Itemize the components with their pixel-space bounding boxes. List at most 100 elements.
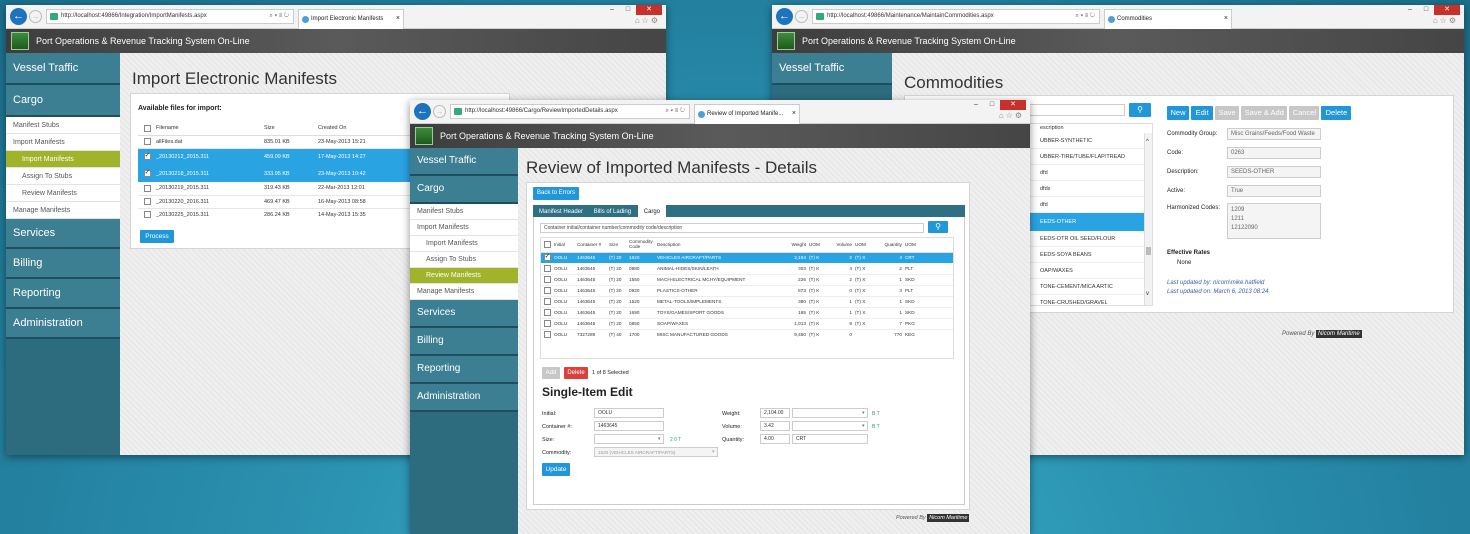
forward-icon[interactable]: →	[29, 10, 42, 23]
delete-button[interactable]: Delete	[1321, 106, 1352, 120]
maximize-icon[interactable]: □	[984, 100, 1000, 110]
size-dropdown-icon[interactable]: ▾	[658, 436, 661, 442]
weight-uom-dropdown-icon[interactable]: ▾	[862, 410, 865, 416]
close-tab-icon[interactable]: ×	[792, 105, 796, 123]
address-bar[interactable]: http://localhost:49866/Maintenance/Maint…	[812, 9, 1100, 24]
nav-cargo[interactable]: Cargo	[410, 176, 518, 204]
back-to-errors-button[interactable]: Back to Errors	[533, 187, 579, 200]
label-initial: Initial:	[542, 411, 557, 417]
list-scrollbar[interactable]: ^ v	[1144, 133, 1152, 305]
filter-input[interactable]: Container initial/container number/commo…	[540, 223, 924, 233]
quantity-uom-input[interactable]: CRT	[792, 434, 868, 444]
volume-input[interactable]: 3.42	[760, 421, 790, 431]
initial-input[interactable]: OOLU	[594, 408, 664, 418]
browser-tab[interactable]: Review of Imported Manife... ×	[694, 104, 800, 124]
home-star-gear-icons[interactable]: ⌂☆⚙	[635, 16, 660, 25]
volume-uom-dropdown-icon[interactable]: ▾	[862, 423, 865, 429]
update-button[interactable]: Update	[542, 463, 570, 476]
row-checkbox[interactable]	[143, 151, 151, 161]
search-refresh-icon[interactable]: ⌕ ▾ ≡ ↻	[666, 105, 685, 118]
process-button[interactable]: Process	[140, 230, 174, 243]
nav-manifest-stubs[interactable]: Manifest Stubs	[410, 204, 518, 220]
nav-vessel-traffic[interactable]: Vessel Traffic	[410, 148, 518, 176]
row-checkbox[interactable]	[143, 198, 151, 205]
weight-uom-select[interactable]	[792, 408, 868, 418]
close-window-icon[interactable]: ✕	[1000, 100, 1026, 110]
quantity-input[interactable]: 4.00	[760, 434, 790, 444]
nav-assign-to-stubs[interactable]: Assign To Stubs	[410, 252, 518, 268]
row-checkbox[interactable]	[143, 138, 151, 145]
nav-services[interactable]: Services	[410, 300, 518, 328]
nav-manage-manifests[interactable]: Manage Manifests	[410, 284, 518, 300]
column-header[interactable]: Size	[264, 122, 318, 135]
close-window-icon[interactable]: ✕	[636, 5, 662, 15]
nav-cargo[interactable]: Cargo	[6, 85, 120, 117]
maximize-icon[interactable]: □	[1418, 5, 1434, 15]
column-header[interactable]: Filename	[156, 122, 264, 135]
minimize-icon[interactable]: –	[604, 5, 620, 15]
delete-button[interactable]: Delete	[564, 367, 588, 379]
edit-button[interactable]: Edit	[1191, 106, 1214, 120]
nav-import-manifests[interactable]: Import Manifests	[410, 220, 518, 236]
address-bar[interactable]: http://localhost:49866/Integration/Impor…	[46, 9, 294, 24]
home-star-gear-icons[interactable]: ⌂☆⚙	[1433, 16, 1458, 25]
weight-input[interactable]: 2,104.00	[760, 408, 790, 418]
nav-billing[interactable]: Billing	[6, 249, 120, 279]
home-star-gear-icons[interactable]: ⌂☆⚙	[999, 111, 1024, 120]
forward-icon[interactable]: →	[433, 105, 446, 118]
browser-tab[interactable]: Import Electronic Manifests ×	[298, 9, 404, 29]
minimize-icon[interactable]: –	[968, 100, 984, 110]
search-refresh-icon[interactable]: ⌕ ▾ ≡ ↻	[1076, 10, 1095, 23]
scroll-thumb[interactable]	[1146, 247, 1151, 255]
tab-bills-of-lading[interactable]: Bills of Lading	[590, 205, 636, 217]
nav-reporting[interactable]: Reporting	[410, 356, 518, 384]
nav-manage-manifests[interactable]: Manage Manifests	[6, 202, 120, 219]
nav-vessel-traffic[interactable]: Vessel Traffic	[6, 53, 120, 85]
new-button[interactable]: New	[1167, 106, 1189, 120]
back-icon[interactable]: ←	[776, 8, 793, 25]
back-icon[interactable]: ←	[414, 103, 431, 120]
search-button[interactable]: ⚲	[1129, 103, 1151, 117]
browser-tab[interactable]: Commodities ×	[1104, 9, 1232, 29]
nav-vessel-traffic[interactable]: Vessel Traffic	[772, 53, 892, 85]
minimize-icon[interactable]: –	[1402, 5, 1418, 15]
forward-icon[interactable]: →	[795, 10, 808, 23]
commodity-select[interactable]: 1620 (VEHICLES AIRCRAFT/PARTS)	[594, 447, 718, 457]
nav-billing[interactable]: Billing	[410, 328, 518, 356]
save-button[interactable]: Save	[1215, 106, 1240, 120]
select-all-checkbox[interactable]	[143, 124, 151, 132]
scroll-up-icon[interactable]: ^	[1146, 139, 1149, 145]
close-window-icon[interactable]: ✕	[1434, 5, 1460, 15]
close-tab-icon[interactable]: ×	[396, 10, 400, 28]
nav-administration[interactable]: Administration	[410, 384, 518, 412]
nav-review-manifests[interactable]: Review Manifests	[6, 185, 120, 202]
save-add-button[interactable]: Save & Add	[1241, 106, 1288, 120]
row-checkbox[interactable]	[143, 184, 151, 192]
tab-manifest-header[interactable]: Manifest Header	[533, 205, 588, 217]
nav-services[interactable]: Services	[6, 219, 120, 249]
nav-assign-to-stubs[interactable]: Assign To Stubs	[6, 168, 120, 185]
volume-uom-select[interactable]	[792, 421, 868, 431]
nav-reporting[interactable]: Reporting	[6, 279, 120, 309]
nav-administration[interactable]: Administration	[6, 309, 120, 339]
size-select[interactable]	[594, 434, 664, 444]
row-checkbox[interactable]	[143, 168, 151, 177]
nav-manifest-stubs[interactable]: Manifest Stubs	[6, 117, 120, 134]
maximize-icon[interactable]: □	[620, 5, 636, 15]
container-input[interactable]: 1463645	[594, 421, 664, 431]
scroll-down-icon[interactable]: v	[1146, 291, 1149, 297]
nav-import-manifests-sub[interactable]: Import Manifests	[6, 151, 120, 168]
tab-cargo[interactable]: Cargo	[637, 205, 667, 217]
commodity-dropdown-icon[interactable]: ▾	[712, 449, 715, 455]
add-button[interactable]: Add	[542, 367, 560, 379]
nav-review-manifests[interactable]: Review Manifests	[410, 268, 518, 284]
search-refresh-icon[interactable]: ⌕ ▾ ≡ ↻	[270, 10, 289, 23]
cancel-button[interactable]: Cancel	[1289, 106, 1320, 120]
address-bar[interactable]: http://localhost:49866/Cargo/ReviewImpor…	[450, 104, 690, 119]
close-tab-icon[interactable]: ×	[1224, 10, 1228, 28]
nav-import-manifests[interactable]: Import Manifests	[6, 134, 120, 151]
nav-import-manifests-sub[interactable]: Import Manifests	[410, 236, 518, 252]
back-icon[interactable]: ←	[10, 8, 27, 25]
filter-search-button[interactable]: ⚲	[928, 221, 948, 233]
row-checkbox[interactable]	[143, 211, 151, 219]
